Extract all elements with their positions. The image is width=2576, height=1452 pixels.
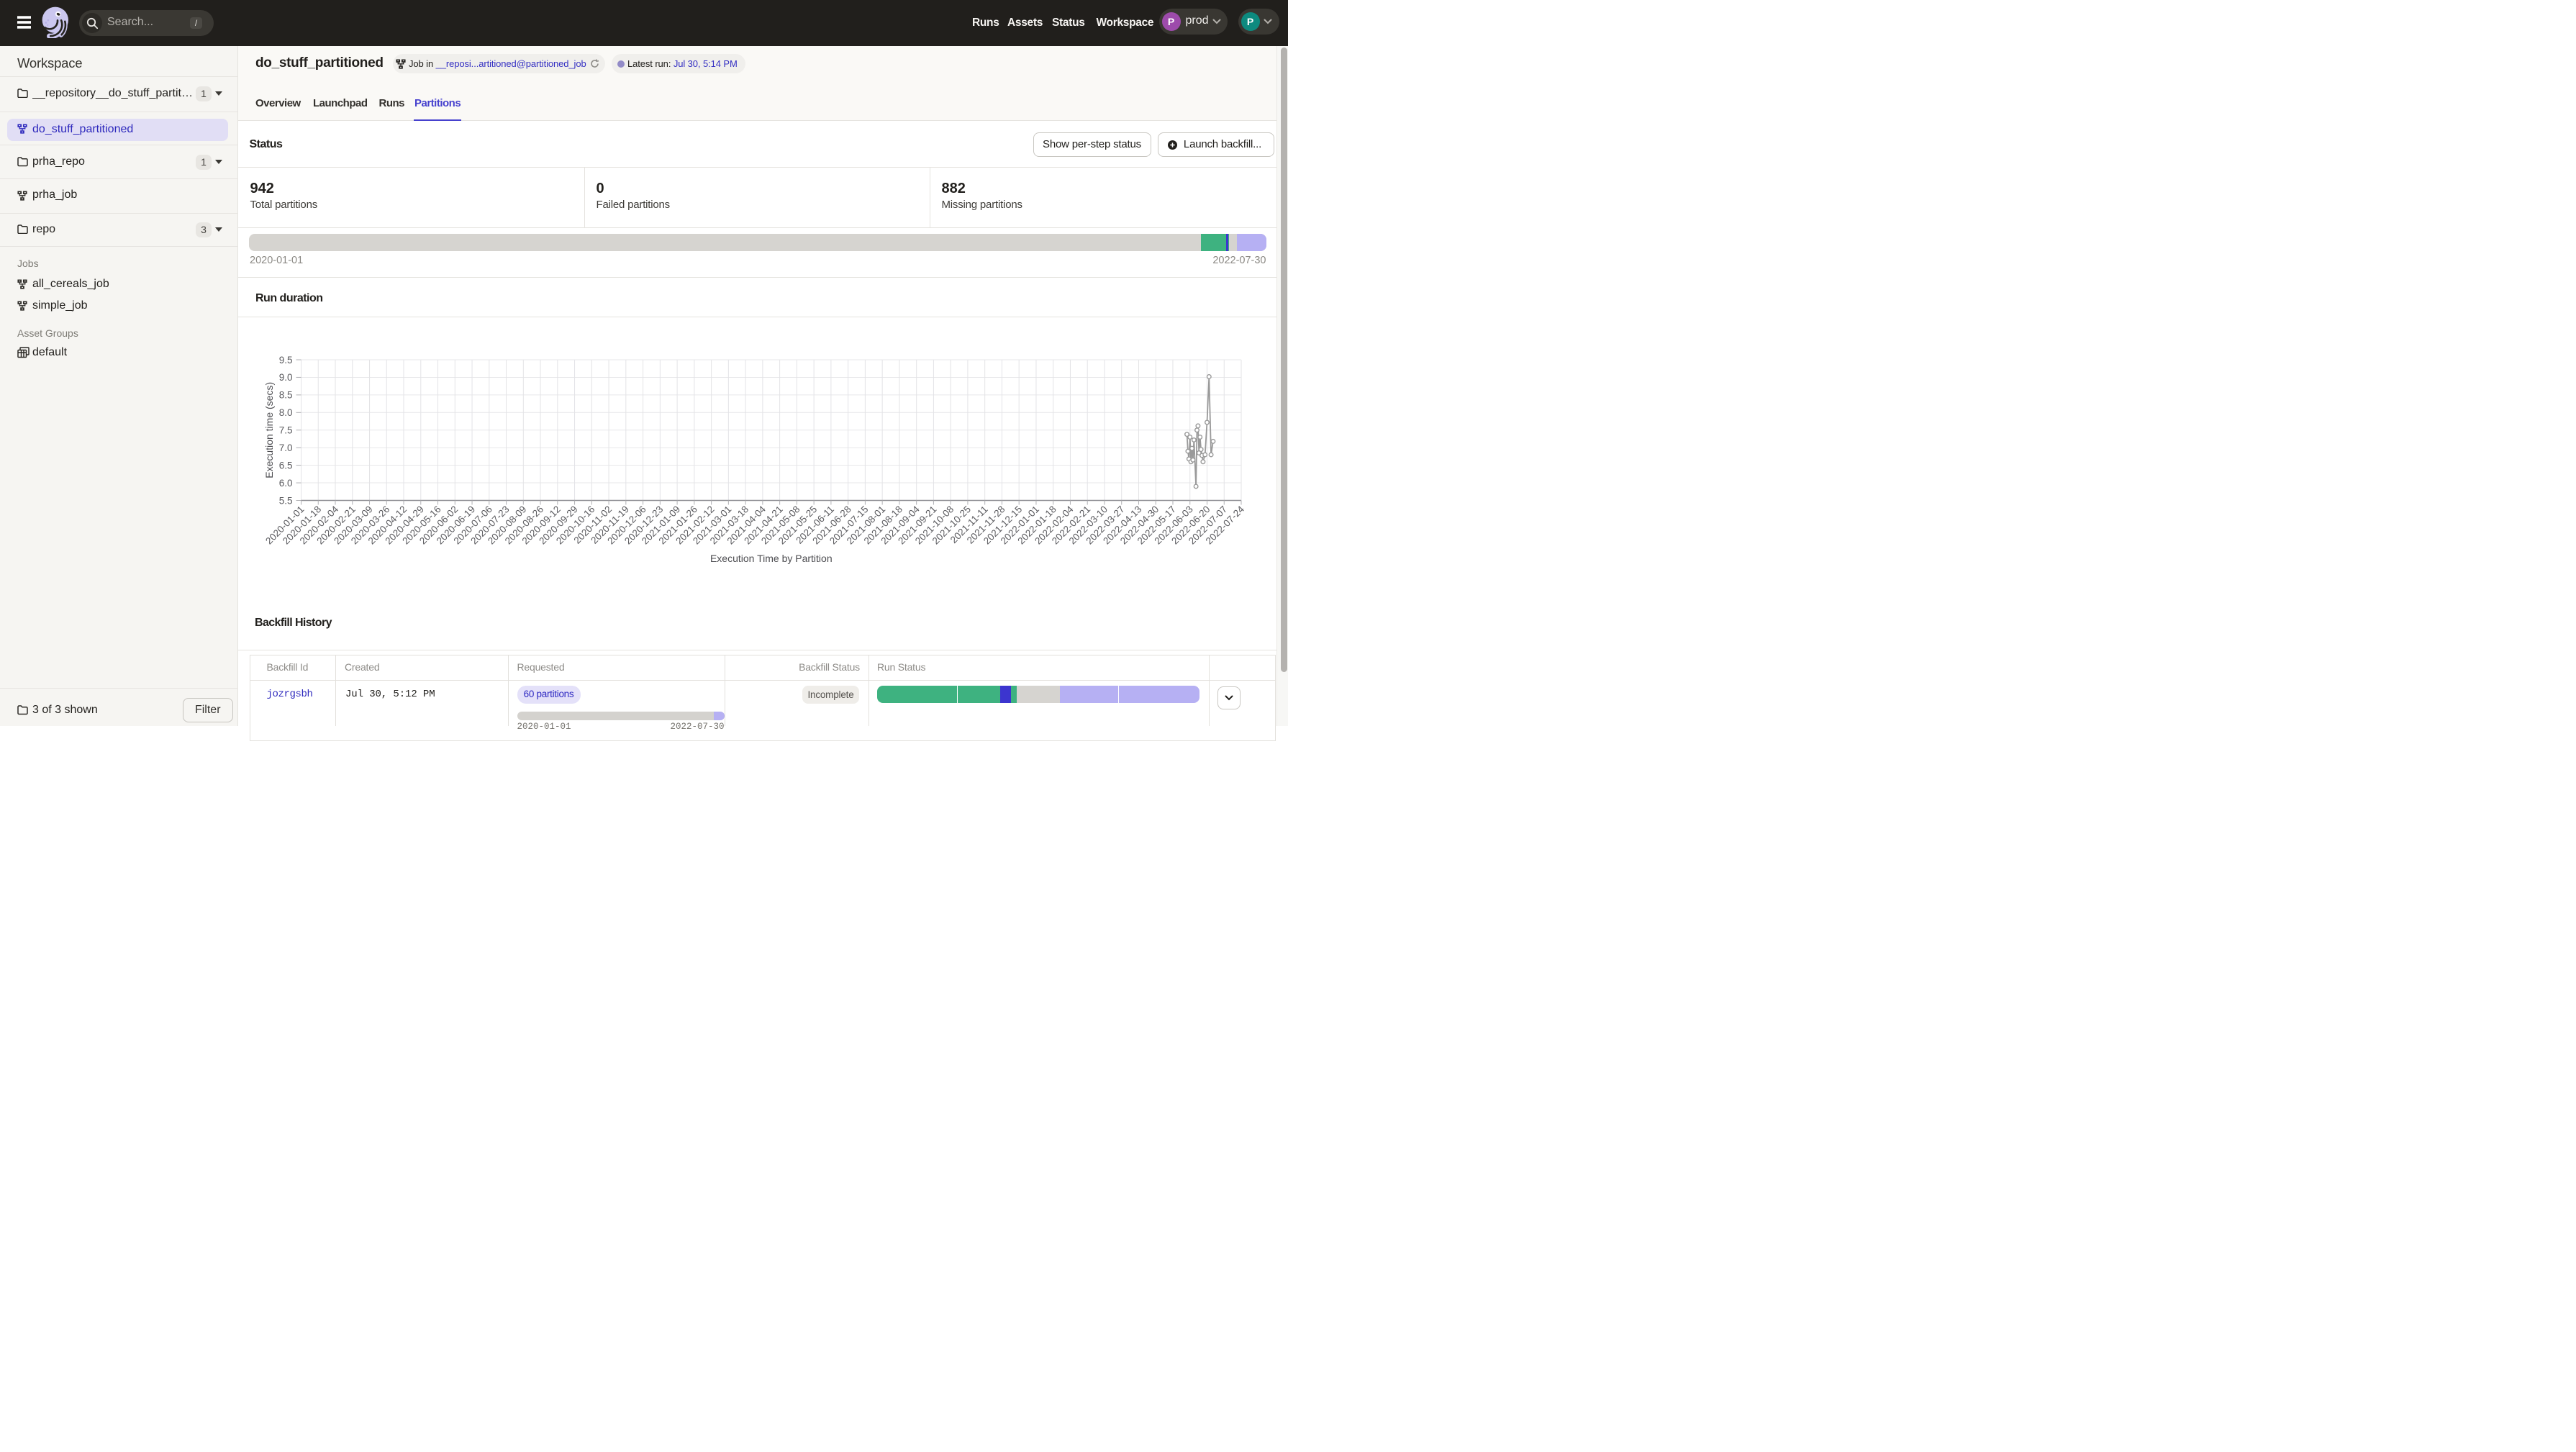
svg-text:6.5: 6.5	[279, 460, 293, 471]
svg-text:7.5: 7.5	[279, 425, 293, 436]
svg-text:8.5: 8.5	[279, 390, 293, 401]
svg-text:8.0: 8.0	[279, 407, 293, 418]
svg-text:Execution time (secs): Execution time (secs)	[263, 382, 275, 478]
svg-text:7.0: 7.0	[279, 443, 293, 453]
svg-text:9.0: 9.0	[279, 372, 293, 383]
svg-text:Execution Time by Partition: Execution Time by Partition	[710, 553, 833, 564]
svg-text:5.5: 5.5	[279, 495, 293, 506]
svg-text:9.5: 9.5	[279, 355, 293, 366]
svg-text:6.0: 6.0	[279, 478, 293, 489]
